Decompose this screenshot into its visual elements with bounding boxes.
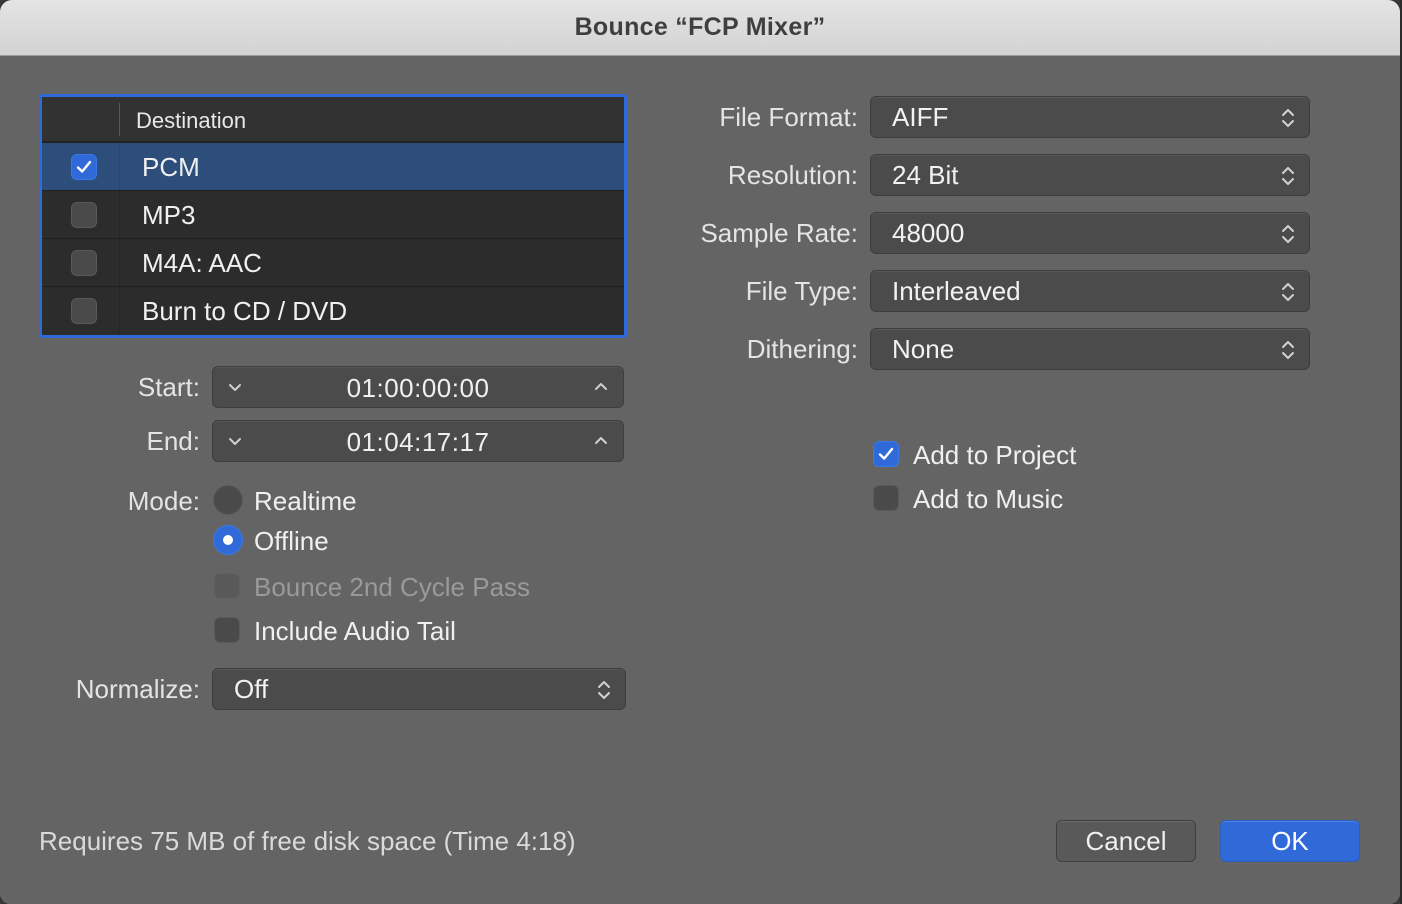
resolution-label: Resolution:	[727, 160, 858, 190]
title-bar[interactable]: Bounce “FCP Mixer”	[0, 0, 1400, 56]
file-type-popup[interactable]: Interleaved	[870, 270, 1310, 312]
offline-radio[interactable]	[213, 525, 243, 555]
up-down-arrows-icon	[1282, 109, 1294, 127]
bounce-dialog: Bounce “FCP Mixer” Destination PCM MP3 M…	[0, 0, 1400, 904]
pcm-checkbox[interactable]	[71, 154, 97, 180]
destination-label: PCM	[142, 152, 200, 182]
include-audio-tail-checkbox[interactable]	[214, 617, 240, 643]
resolution-popup[interactable]: 24 Bit	[870, 154, 1310, 196]
sample-rate-value: 48000	[892, 218, 965, 248]
chevron-up-icon[interactable]	[591, 377, 611, 397]
file-type-label: File Type:	[745, 276, 858, 306]
cancel-button[interactable]: Cancel	[1056, 820, 1196, 862]
destination-table-header: Destination	[42, 97, 624, 142]
ok-button[interactable]: OK	[1220, 820, 1360, 862]
ok-button-label: OK	[1271, 825, 1309, 856]
start-time-field[interactable]: 01:00:00:00	[212, 366, 624, 408]
disk-space-status: Requires 75 MB of free disk space (Time …	[39, 826, 576, 856]
dithering-label: Dithering:	[746, 334, 858, 364]
cell-separator	[119, 287, 120, 334]
destination-label: MP3	[142, 200, 196, 230]
bounce-2nd-cycle-checkbox	[214, 573, 240, 599]
bounce-2nd-cycle-label: Bounce 2nd Cycle Pass	[254, 572, 531, 602]
sample-rate-popup[interactable]: 48000	[870, 212, 1310, 254]
normalize-label: Normalize:	[75, 674, 200, 704]
dialog-title: Bounce “FCP Mixer”	[574, 13, 826, 41]
burn-cd-checkbox[interactable]	[71, 298, 97, 324]
start-label: Start:	[137, 372, 200, 402]
add-to-music-checkbox[interactable]	[873, 485, 899, 511]
up-down-arrows-icon	[1282, 341, 1294, 359]
add-to-music-label[interactable]: Add to Music	[913, 484, 1063, 515]
up-down-arrows-icon	[1282, 283, 1294, 301]
end-time-field[interactable]: 01:04:17:17	[212, 420, 624, 462]
destination-row-m4a[interactable]: M4A: AAC	[42, 238, 624, 286]
start-time-value[interactable]: 01:00:00:00	[213, 373, 623, 404]
add-to-project-checkbox[interactable]	[873, 441, 899, 467]
up-down-arrows-icon	[1282, 225, 1294, 243]
column-divider	[119, 103, 120, 136]
end-label: End:	[146, 426, 201, 456]
normalize-value: Off	[234, 674, 269, 704]
mode-label: Mode:	[127, 486, 200, 516]
up-down-arrows-icon	[1282, 167, 1294, 185]
destination-label: M4A: AAC	[142, 248, 262, 278]
cell-separator	[119, 239, 120, 286]
mp3-checkbox[interactable]	[71, 202, 97, 228]
destination-table[interactable]: Destination PCM MP3 M4A: AAC Burn to CD …	[39, 94, 627, 338]
realtime-label[interactable]: Realtime	[254, 486, 357, 517]
realtime-radio[interactable]	[213, 485, 243, 515]
destination-row-pcm[interactable]: PCM	[42, 142, 624, 190]
file-format-value: AIFF	[892, 102, 949, 132]
destination-row-mp3[interactable]: MP3	[42, 190, 624, 238]
include-audio-tail-label[interactable]: Include Audio Tail	[254, 616, 456, 647]
cell-separator	[119, 143, 120, 190]
dithering-popup[interactable]: None	[870, 328, 1310, 370]
add-to-project-label[interactable]: Add to Project	[913, 440, 1076, 471]
resolution-value: 24 Bit	[892, 160, 959, 190]
normalize-popup[interactable]: Off	[212, 668, 626, 710]
checkmark-icon	[878, 447, 894, 460]
up-down-arrows-icon	[598, 681, 610, 699]
offline-label[interactable]: Offline	[254, 526, 329, 557]
file-format-popup[interactable]: AIFF	[870, 96, 1310, 138]
m4a-checkbox[interactable]	[71, 250, 97, 276]
dithering-value: None	[892, 334, 955, 364]
end-time-value[interactable]: 01:04:17:17	[213, 427, 623, 458]
cell-separator	[119, 191, 120, 238]
sample-rate-label: Sample Rate:	[700, 218, 858, 248]
file-type-value: Interleaved	[892, 276, 1021, 306]
destination-row-burn-cd[interactable]: Burn to CD / DVD	[42, 286, 624, 334]
destination-column-header[interactable]: Destination	[136, 108, 246, 134]
destination-label: Burn to CD / DVD	[142, 296, 348, 326]
file-format-label: File Format:	[719, 102, 858, 132]
chevron-up-icon[interactable]	[591, 431, 611, 451]
checkmark-icon	[76, 160, 92, 173]
cancel-button-label: Cancel	[1085, 825, 1167, 856]
